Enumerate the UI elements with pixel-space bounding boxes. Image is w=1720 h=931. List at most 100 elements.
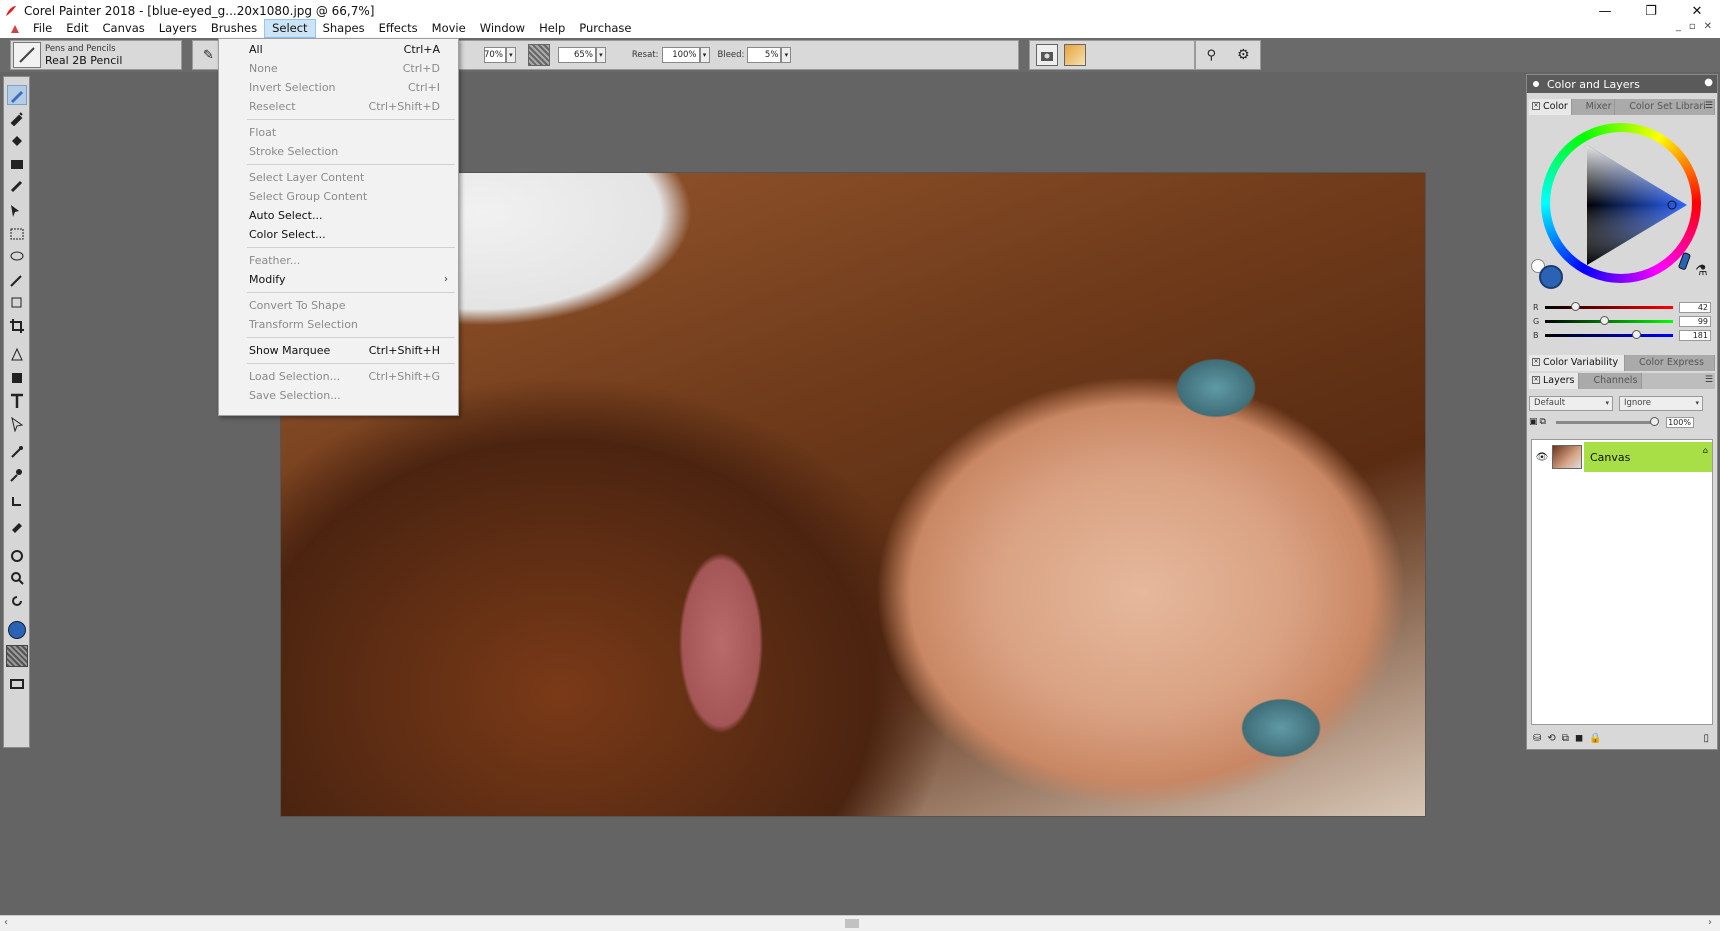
- layer-name-cell[interactable]: Canvas ⌂: [1584, 442, 1712, 472]
- menu-edit[interactable]: Edit: [59, 19, 95, 38]
- tab-color-set-libraries[interactable]: Color Set Librari: [1615, 99, 1715, 115]
- menu-select[interactable]: Select: [264, 19, 316, 38]
- stroke-selection-item[interactable]: Stroke Selection: [219, 142, 458, 161]
- eraser-tool-icon[interactable]: [7, 154, 27, 174]
- opacity-field[interactable]: 70%: [483, 47, 506, 63]
- panel-menu-icon[interactable]: ☰: [1705, 101, 1713, 111]
- smudge-tool-icon[interactable]: [7, 177, 27, 197]
- saturation-value-triangle[interactable]: [1583, 141, 1703, 281]
- grain-field[interactable]: 65%: [557, 47, 596, 63]
- dropper-tool-icon[interactable]: [7, 108, 27, 128]
- tab-layers[interactable]: × Layers: [1529, 373, 1580, 389]
- gear-icon[interactable]: ⚙: [1237, 47, 1250, 63]
- green-slider[interactable]: [1545, 315, 1673, 325]
- show-marquee-item[interactable]: Show Marquee Ctrl+Shift+H: [219, 341, 458, 360]
- reselect-item[interactable]: Reselect Ctrl+Shift+D: [219, 97, 458, 116]
- tab-close-icon[interactable]: ×: [1532, 358, 1540, 366]
- paper-swatch[interactable]: [6, 645, 28, 667]
- tab-color[interactable]: × Color: [1529, 99, 1572, 115]
- invert-selection-item[interactable]: Invert Selection Ctrl+I: [219, 78, 458, 97]
- convert-to-shape-item[interactable]: Convert To Shape: [219, 296, 458, 315]
- link-layers-icon[interactable]: ⟲: [1547, 733, 1555, 744]
- blue-slider[interactable]: [1545, 329, 1673, 339]
- preserve-transparency-icon[interactable]: ▣: [1529, 417, 1538, 427]
- shape-selection-icon[interactable]: [7, 414, 27, 434]
- dodge-tool-icon[interactable]: [7, 493, 27, 513]
- blue-value[interactable]: 181: [1679, 329, 1711, 341]
- menu-help[interactable]: Help: [532, 19, 572, 38]
- resat-dropdown-icon[interactable]: ▾: [699, 47, 710, 63]
- brush-control-icon[interactable]: ⚲: [1206, 48, 1216, 63]
- layer-opacity-slider[interactable]: [1555, 416, 1659, 426]
- lasso-tool-icon[interactable]: [7, 247, 27, 267]
- doc-close-button[interactable]: ✕: [1704, 21, 1712, 32]
- save-selection-item[interactable]: Save Selection...: [219, 386, 458, 405]
- layer-stack-icon[interactable]: ⛁: [1533, 733, 1541, 744]
- media-selector-icon[interactable]: [7, 674, 27, 694]
- brush-tool-icon[interactable]: ✎: [203, 48, 214, 63]
- auto-select-item[interactable]: Auto Select...: [219, 206, 458, 225]
- pick-up-underlying-icon[interactable]: ⧉: [1540, 417, 1546, 427]
- tab-close-icon[interactable]: ×: [1532, 102, 1540, 110]
- modify-item[interactable]: Modify ›: [219, 270, 458, 289]
- menu-purchase[interactable]: Purchase: [572, 19, 638, 38]
- scroll-thumb[interactable]: [845, 919, 859, 928]
- rectangle-shape-icon[interactable]: [7, 368, 27, 388]
- grabber-tool-icon[interactable]: [7, 545, 27, 565]
- select-all-item[interactable]: All Ctrl+A: [219, 40, 458, 59]
- scroll-right-icon[interactable]: ›: [1708, 917, 1712, 928]
- eye-icon[interactable]: 👁: [1532, 441, 1552, 473]
- red-slider[interactable]: [1545, 301, 1673, 311]
- brush-selector[interactable]: Pens and Pencils Real 2B Pencil: [10, 40, 182, 70]
- magnifier-tool-icon[interactable]: [7, 568, 27, 588]
- transform-tool-icon[interactable]: [7, 293, 27, 313]
- main-color-swatch[interactable]: [1539, 265, 1563, 289]
- new-layer-icon[interactable]: ⧉: [1562, 733, 1569, 744]
- float-item[interactable]: Float: [219, 123, 458, 142]
- resat-field[interactable]: 100%: [661, 47, 700, 63]
- grain-dropdown-icon[interactable]: ▾: [595, 47, 606, 63]
- layer-opacity-value[interactable]: 100%: [1665, 416, 1694, 428]
- main-color-swatch[interactable]: [7, 620, 27, 640]
- lock-icon[interactable]: 🔒: [1589, 733, 1601, 744]
- red-value[interactable]: 42: [1679, 301, 1711, 313]
- select-layer-content-item[interactable]: Select Layer Content: [219, 168, 458, 187]
- delete-layer-icon[interactable]: ▯: [1703, 733, 1709, 744]
- tab-mixer[interactable]: Mixer: [1571, 99, 1616, 115]
- opacity-dropdown-icon[interactable]: ▾: [505, 47, 516, 63]
- paper-texture-swatch[interactable]: [527, 44, 550, 66]
- panel-header[interactable]: Color and Layers ●: [1527, 75, 1717, 93]
- doc-restore-button[interactable]: ▫: [1689, 21, 1696, 32]
- tab-color-expression[interactable]: Color Express: [1625, 355, 1715, 371]
- composite-method-select[interactable]: Default ▾: [1529, 395, 1613, 411]
- transform-selection-item[interactable]: Transform Selection: [219, 315, 458, 334]
- tab-color-variability[interactable]: × Color Variability: [1529, 355, 1625, 371]
- magic-wand-icon[interactable]: [7, 270, 27, 290]
- rotate-page-icon[interactable]: [7, 591, 27, 611]
- tab-close-icon[interactable]: ×: [1532, 376, 1540, 384]
- dab-preview-icon[interactable]: [1064, 44, 1086, 66]
- paint-bucket-icon[interactable]: [7, 131, 27, 151]
- menu-effects[interactable]: Effects: [372, 19, 425, 38]
- layers-menu-icon[interactable]: ☰: [1705, 375, 1713, 385]
- crop-tool-icon[interactable]: [7, 316, 27, 336]
- menu-brushes[interactable]: Brushes: [204, 19, 264, 38]
- pen-tool-icon[interactable]: [7, 345, 27, 365]
- layer-adjuster-icon[interactable]: [7, 201, 27, 221]
- brush-tool-icon[interactable]: [7, 85, 27, 105]
- menu-movie[interactable]: Movie: [425, 19, 473, 38]
- feather-item[interactable]: Feather...: [219, 251, 458, 270]
- tab-channels[interactable]: Channels: [1579, 373, 1643, 389]
- doc-minimize-button[interactable]: _: [1676, 21, 1681, 32]
- bleed-dropdown-icon[interactable]: ▾: [781, 47, 792, 63]
- reset-tool-icon[interactable]: [1036, 44, 1058, 66]
- color-picker-icon[interactable]: ⚗: [1695, 263, 1708, 279]
- horizontal-scrollbar[interactable]: ‹ ›: [0, 915, 1720, 931]
- menu-window[interactable]: Window: [473, 19, 532, 38]
- menu-file[interactable]: File: [26, 19, 59, 38]
- layer-mask-icon[interactable]: ◼: [1575, 733, 1583, 744]
- color-select-item[interactable]: Color Select...: [219, 225, 458, 244]
- bleed-field[interactable]: 5%: [747, 47, 782, 63]
- green-value[interactable]: 99: [1679, 315, 1711, 327]
- menu-shapes[interactable]: Shapes: [316, 19, 372, 38]
